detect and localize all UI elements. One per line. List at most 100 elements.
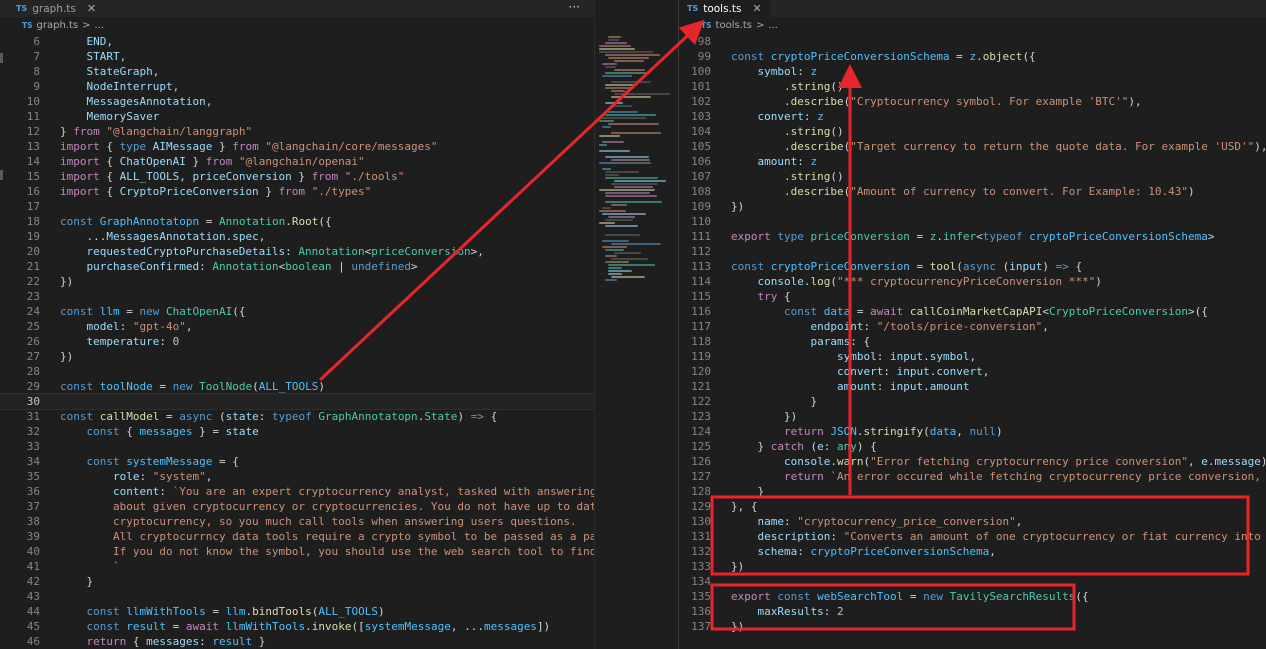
code-line[interactable]: 134 bbox=[679, 574, 1266, 589]
code-line[interactable]: 104 .string() bbox=[679, 124, 1266, 139]
breadcrumb[interactable]: TS tools.ts > ... bbox=[679, 18, 1266, 33]
code-line[interactable]: 40 If you do not know the symbol, you sh… bbox=[0, 544, 594, 559]
code-line[interactable]: 130 name: "cryptocurrency_price_conversi… bbox=[679, 514, 1266, 529]
code-line[interactable]: 33 bbox=[0, 439, 594, 454]
code-line[interactable]: 32 const { messages } = state bbox=[0, 424, 594, 439]
code-line[interactable]: 112 bbox=[679, 244, 1266, 259]
code-line[interactable]: 116 const data = await callCoinMarketCap… bbox=[679, 304, 1266, 319]
code-line[interactable]: 12} from "@langchain/langgraph" bbox=[0, 124, 594, 139]
code-line[interactable]: 135 export const webSearchTool = new Tavi… bbox=[679, 589, 1266, 604]
code-line[interactable]: 17 bbox=[0, 199, 594, 214]
code-line[interactable]: 34 const systemMessage = { bbox=[0, 454, 594, 469]
code-line[interactable]: 16 import { CryptoPriceConversion } from … bbox=[0, 184, 594, 199]
right-editor-pane[interactable]: TS tools.ts ✕ TS tools.ts > ... 98 99 cons… bbox=[678, 0, 1266, 649]
code-line[interactable]: 128 } bbox=[679, 484, 1266, 499]
code-line[interactable]: 10 MessagesAnnotation, bbox=[0, 94, 594, 109]
code-line[interactable]: 19 ...MessagesAnnotation.spec, bbox=[0, 229, 594, 244]
code-line[interactable]: 114 console.log("*** cryptocurrencyPrice… bbox=[679, 274, 1266, 289]
code-line[interactable]: 107 .string() bbox=[679, 169, 1266, 184]
code-line[interactable]: 21 purchaseConfirmed: Annotation<boolean… bbox=[0, 259, 594, 274]
left-editor-pane[interactable]: TS graph.ts ✕ ··· TS graph.ts > ... 6 EN… bbox=[0, 0, 594, 649]
code-line[interactable]: 42 } bbox=[0, 574, 594, 589]
code-line[interactable]: 8 StateGraph, bbox=[0, 64, 594, 79]
code-line[interactable]: 22}) bbox=[0, 274, 594, 289]
code-line[interactable]: 119 symbol: input.symbol, bbox=[679, 349, 1266, 364]
code-line[interactable]: 43 bbox=[0, 589, 594, 604]
code-line[interactable]: 121 amount: input.amount bbox=[679, 379, 1266, 394]
code-line[interactable]: 120 convert: input.convert, bbox=[679, 364, 1266, 379]
close-icon[interactable]: ✕ bbox=[87, 2, 96, 15]
code-line[interactable]: 109}) bbox=[679, 199, 1266, 214]
code-line[interactable]: 115 try { bbox=[679, 289, 1266, 304]
code-line[interactable]: 137}) bbox=[679, 619, 1266, 634]
code-line[interactable]: 136 maxResults: 2 bbox=[679, 604, 1266, 619]
code-line[interactable]: 123 }) bbox=[679, 409, 1266, 424]
code-editor-tools-ts[interactable]: 98 99 const cryptoPriceConversionSchema = … bbox=[679, 34, 1266, 634]
code-line[interactable]: 35 role: "system", bbox=[0, 469, 594, 484]
code-line[interactable]: 106 amount: z bbox=[679, 154, 1266, 169]
code-editor-graph-ts[interactable]: 6 END, 7 START, 8 StateGraph, 9 NodeInterru… bbox=[0, 34, 594, 649]
breadcrumb-file[interactable]: tools.ts bbox=[716, 20, 752, 31]
code-line[interactable]: 27}) bbox=[0, 349, 594, 364]
code-line[interactable]: 13 import { type AIMessage } from "@langc… bbox=[0, 139, 594, 154]
more-actions-icon[interactable]: ··· bbox=[569, 0, 580, 17]
code-line[interactable]: 118 params: { bbox=[679, 334, 1266, 349]
tab-tools-ts[interactable]: TS tools.ts ✕ bbox=[679, 0, 770, 17]
code-line[interactable]: 30 bbox=[0, 393, 594, 410]
code-line[interactable]: 102 .describe("Cryptocurrency symbol. Fo… bbox=[679, 94, 1266, 109]
code-line[interactable]: 25 model: "gpt-4o", bbox=[0, 319, 594, 334]
code-line[interactable]: 44 const llmWithTools = llm.bindTools(AL… bbox=[0, 604, 594, 619]
code-line[interactable]: 108 .describe("Amount of currency to con… bbox=[679, 184, 1266, 199]
code-line[interactable]: 18 const GraphAnnotatopn = Annotation.Roo… bbox=[0, 214, 594, 229]
code-line[interactable]: 11 MemorySaver bbox=[0, 109, 594, 124]
code-line[interactable]: 133}) bbox=[679, 559, 1266, 574]
code-line[interactable]: 38 cryptocurrency, so you much call tool… bbox=[0, 514, 594, 529]
code-line[interactable]: 129}, { bbox=[679, 499, 1266, 514]
code-line[interactable]: 29 const toolNode = new ToolNode(ALL_TOOL… bbox=[0, 379, 594, 394]
breadcrumb[interactable]: TS graph.ts > ... bbox=[0, 18, 594, 33]
code-token: : bbox=[876, 350, 890, 363]
code-line[interactable]: 126 console.warn("Error fetching cryptoc… bbox=[679, 454, 1266, 469]
code-line[interactable]: 24 const llm = new ChatOpenAI({ bbox=[0, 304, 594, 319]
code-line[interactable]: 31 const callModel = async (state: typeof… bbox=[0, 409, 594, 424]
code-line[interactable]: 23 bbox=[0, 289, 594, 304]
breadcrumb-symbol[interactable]: ... bbox=[768, 20, 778, 31]
code-line[interactable]: 46 return { messages: result } bbox=[0, 634, 594, 649]
code-line[interactable]: 20 requestedCryptoPurchaseDetails: Annot… bbox=[0, 244, 594, 259]
code-line[interactable]: 131 description: "Converts an amount of … bbox=[679, 529, 1266, 544]
code-line[interactable]: 9 NodeInterrupt, bbox=[0, 79, 594, 94]
code-line[interactable]: 103 convert: z bbox=[679, 109, 1266, 124]
code-line[interactable]: 105 .describe("Target currency to return… bbox=[679, 139, 1266, 154]
code-line[interactable]: 111 export type priceConversion = z.infer… bbox=[679, 229, 1266, 244]
code-line[interactable]: 14 import { ChatOpenAI } from "@langchain… bbox=[0, 154, 594, 169]
code-line[interactable]: 15 import { ALL_TOOLS, priceConversion } … bbox=[0, 169, 594, 184]
code-line[interactable]: 28 bbox=[0, 364, 594, 379]
tab-graph-ts[interactable]: TS graph.ts ✕ bbox=[8, 0, 104, 17]
code-line[interactable]: 113 const cryptoPriceConversion = tool(as… bbox=[679, 259, 1266, 274]
breadcrumb-symbol[interactable]: ... bbox=[95, 20, 105, 31]
code-line[interactable]: 98 bbox=[679, 34, 1266, 49]
code-line[interactable]: 124 return JSON.stringify(data, null) bbox=[679, 424, 1266, 439]
code-line[interactable]: 41 ` bbox=[0, 559, 594, 574]
code-line[interactable]: 127 return `An error occured while fetch… bbox=[679, 469, 1266, 484]
code-line[interactable]: 100 symbol: z bbox=[679, 64, 1266, 79]
code-line[interactable]: 39 All cryptocurrncy data tools require … bbox=[0, 529, 594, 544]
minimap-line bbox=[605, 255, 617, 257]
code-line[interactable]: 99 const cryptoPriceConversionSchema = z.… bbox=[679, 49, 1266, 64]
code-line[interactable]: 37 about given cryptocurrency or cryptoc… bbox=[0, 499, 594, 514]
code-line[interactable]: 6 END, bbox=[0, 34, 594, 49]
code-line[interactable]: 117 endpoint: "/tools/price-conversion", bbox=[679, 319, 1266, 334]
code-token: object bbox=[982, 50, 1023, 63]
code-line[interactable]: 26 temperature: 0 bbox=[0, 334, 594, 349]
code-line[interactable]: 122 } bbox=[679, 394, 1266, 409]
code-line[interactable]: 101 .string() bbox=[679, 79, 1266, 94]
code-line[interactable]: 132 schema: cryptoPriceConversionSchema, bbox=[679, 544, 1266, 559]
code-line[interactable]: 36 content: `You are an expert cryptocur… bbox=[0, 484, 594, 499]
code-line[interactable]: 7 START, bbox=[0, 49, 594, 64]
code-line[interactable]: 110 bbox=[679, 214, 1266, 229]
minimap[interactable] bbox=[594, 0, 679, 649]
code-line[interactable]: 45 const result = await llmWithTools.inv… bbox=[0, 619, 594, 634]
breadcrumb-file[interactable]: graph.ts bbox=[37, 20, 79, 31]
code-line[interactable]: 125 } catch (e: any) { bbox=[679, 439, 1266, 454]
close-icon[interactable]: ✕ bbox=[753, 2, 762, 15]
